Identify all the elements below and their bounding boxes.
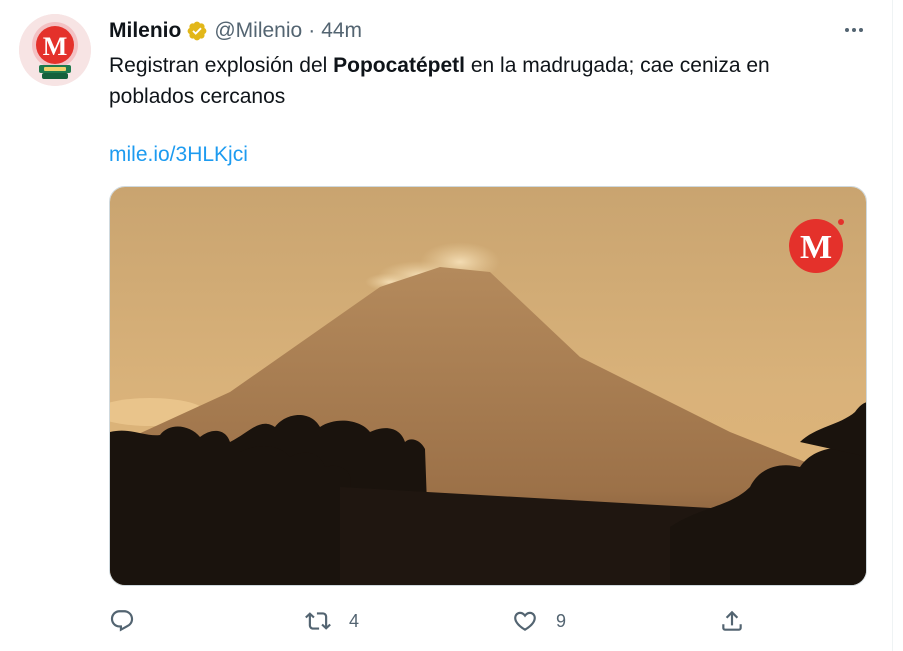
volcano-photo: M: [110, 187, 866, 585]
author-name[interactable]: Milenio: [109, 19, 181, 43]
retweet-button[interactable]: 4: [305, 603, 359, 639]
tweet-actions: 4 9: [109, 603, 849, 639]
author-handle[interactable]: @Milenio: [214, 19, 302, 43]
tweet-timestamp[interactable]: 44m: [321, 19, 362, 43]
tweet[interactable]: M Milenio @Milenio · 44m Registran explo…: [0, 0, 893, 651]
milenio-globe-logo-icon: M: [19, 14, 91, 86]
avatar[interactable]: M: [19, 14, 91, 86]
heart-icon: [514, 611, 536, 631]
share-button[interactable]: [719, 603, 763, 639]
more-options-button[interactable]: [840, 18, 868, 42]
separator-dot: ·: [308, 19, 316, 42]
share-icon: [722, 610, 742, 631]
like-count: 9: [556, 610, 567, 631]
verified-badge-icon[interactable]: [186, 20, 208, 42]
tweet-text-bold: Popocatépetl: [333, 54, 465, 77]
tweet-text: Registran explosión del Popocatépetl en …: [109, 50, 849, 112]
svg-text:M: M: [43, 32, 68, 61]
tweet-text-before: Registran explosión del: [109, 54, 334, 77]
more-dots-icon: [845, 28, 863, 32]
like-button[interactable]: 9: [512, 603, 566, 639]
watermark-logo: M: [800, 229, 832, 266]
retweet-count: 4: [349, 610, 360, 631]
reply-icon: [110, 610, 134, 632]
tweet-link[interactable]: mile.io/3HLKjci: [109, 139, 248, 170]
tweet-header: Milenio @Milenio · 44m: [109, 17, 362, 45]
retweet-icon: [305, 612, 331, 630]
reply-button[interactable]: [109, 603, 153, 639]
tweet-media-image[interactable]: M: [109, 186, 867, 586]
